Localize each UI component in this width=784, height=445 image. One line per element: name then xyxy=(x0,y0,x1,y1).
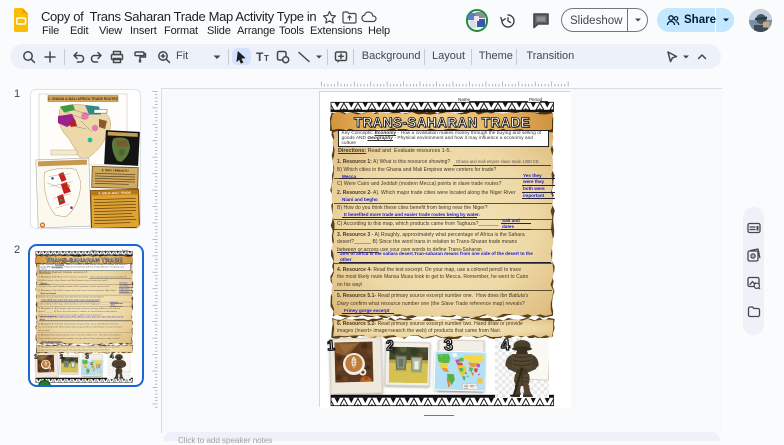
svg-text:1. GHANA & MALI AFRICA TRADE R: 1. GHANA & MALI AFRICA TRADE ROUTES xyxy=(48,97,119,101)
svg-text:3. GOLD–SALT TRADE: 3. GOLD–SALT TRADE xyxy=(98,191,131,196)
svg-text:2. WHY TIMBUKTU: 2. WHY TIMBUKTU xyxy=(102,168,129,173)
